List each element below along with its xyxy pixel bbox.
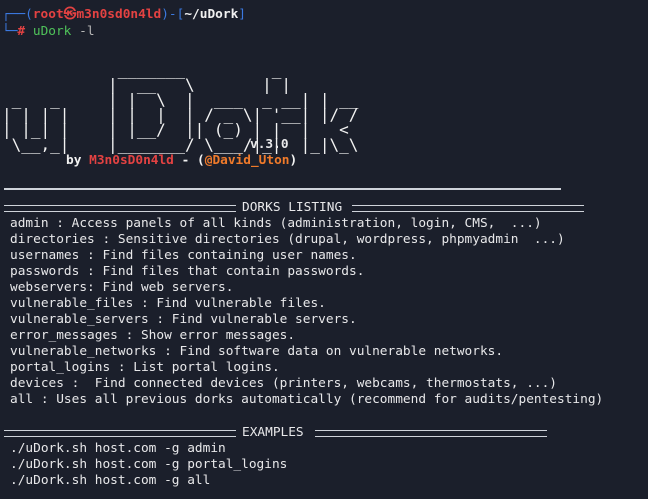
author-handle: @David_Uton xyxy=(204,153,290,168)
examples-header: EXAMPLES xyxy=(242,425,304,440)
list-item: webservers: Find web servers. xyxy=(10,280,234,295)
separator-line xyxy=(4,188,561,190)
author-name: M3n0sD0n4ld xyxy=(89,153,174,168)
prompt-host: m3n0sd0n4ld xyxy=(76,7,162,22)
list-item: portal_logins : List portal logins. xyxy=(10,360,280,375)
prompt-path: ~/uDork xyxy=(184,7,239,22)
command-line[interactable]: └─# uDork -l xyxy=(2,24,95,40)
list-item: error_messages : Show error messages. xyxy=(10,328,296,343)
prompt-user: root xyxy=(32,7,64,22)
list-item: all : Uses all previous dorks automatica… xyxy=(10,392,604,407)
prompt-hash: # xyxy=(17,24,26,39)
list-item: devices : Find connected devices (printe… xyxy=(10,376,558,391)
example-command: ./uDork.sh host.com -g portal_logins xyxy=(10,457,288,472)
list-item: passwords : Find files that contain pass… xyxy=(10,264,365,279)
list-item: vulnerable_networks : Find software data… xyxy=(10,344,504,359)
header-rule-left xyxy=(4,205,236,212)
list-item: vulnerable_files : Find vulnerable files… xyxy=(10,296,326,311)
list-item: vulnerable_servers : Find vulnerable ser… xyxy=(10,312,357,327)
header-rule-right xyxy=(352,205,584,212)
list-item: usernames : Find files containing user n… xyxy=(10,248,357,263)
example-command: ./uDork.sh host.com -g admin xyxy=(10,441,226,456)
command-name: uDork xyxy=(32,24,72,39)
udork-ascii-logo: _______ _ | __ \ | | _ _ | | \ | ___ _ _… xyxy=(2,60,359,154)
author-line: by M3n0sD0n4ld - (@David_Uton) xyxy=(66,153,298,168)
version-label: v.3.0 xyxy=(250,137,289,152)
list-item: admin : Access panels of all kinds (admi… xyxy=(10,216,542,231)
prompt-corner-top: ┌── xyxy=(2,7,26,22)
prompt-line: ┌──(root㉿m3n0sd0n4ld)-[~/uDork] xyxy=(2,7,246,22)
prompt-at: ㉿ xyxy=(63,7,77,22)
command-flag: -l xyxy=(79,24,95,39)
prompt-corner-bottom: └─ xyxy=(2,24,18,39)
examples-rule-left xyxy=(4,430,236,437)
list-item: directories : Sensitive directories (dru… xyxy=(10,232,565,247)
terminal-window[interactable]: ┌──(root㉿m3n0sd0n4ld)-[~/uDork] └─# uDor… xyxy=(0,0,648,499)
dorks-listing-header: DORKS LISTING xyxy=(242,200,343,215)
example-command: ./uDork.sh host.com -g all xyxy=(10,473,211,488)
examples-rule-right xyxy=(315,430,547,437)
